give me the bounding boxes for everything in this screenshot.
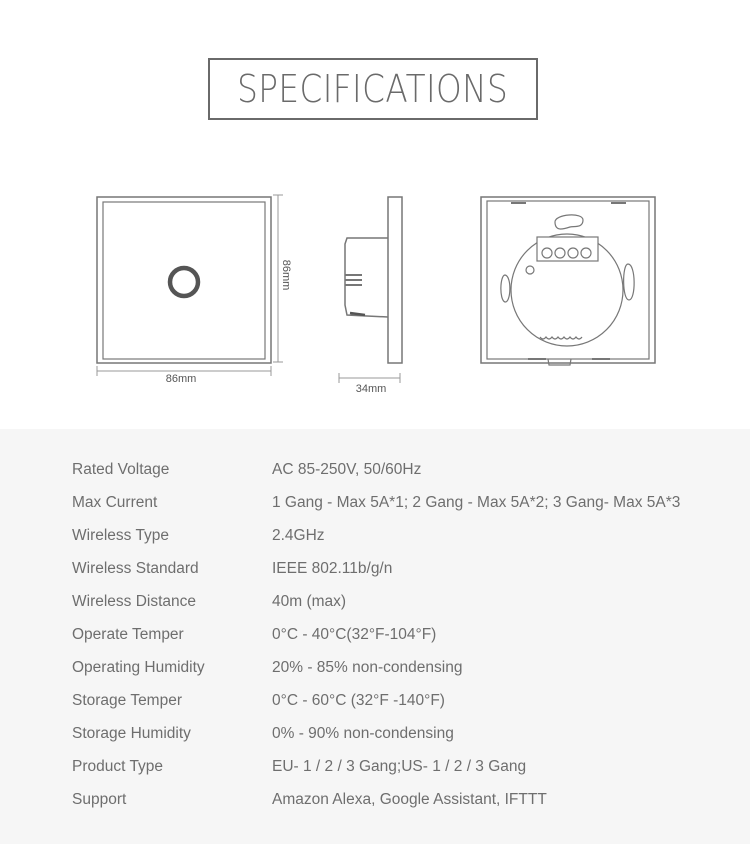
spec-value: 40m (max) [272, 593, 347, 610]
front-dimensions [96, 194, 283, 376]
touch-button-ring-icon [167, 265, 201, 299]
spec-label: Rated Voltage [72, 461, 170, 478]
spec-label: Support [72, 791, 127, 808]
spec-label: Operate Temper [72, 626, 184, 643]
spec-label: Storage Humidity [72, 725, 191, 742]
side-plate [387, 196, 403, 364]
product-drawings: 86mm 86mm 34mm [96, 194, 656, 395]
spec-value: 0°C - 40°C(32°F-104°F) [272, 626, 437, 643]
side-depth-label: 34mm [356, 383, 387, 395]
side-dimensions [338, 373, 401, 383]
spec-value: 0°C - 60°C (32°F -140°F) [272, 692, 445, 709]
back-top-slot [554, 214, 584, 230]
front-height-label: 86mm [280, 260, 292, 291]
specifications-table: Rated Voltage AC 85-250V, 50/60Hz Max Cu… [0, 429, 750, 844]
spec-label: Operating Humidity [72, 659, 205, 676]
front-outer-frame [96, 196, 272, 364]
spec-value: AC 85-250V, 50/60Hz [272, 461, 422, 478]
spec-value: 1 Gang - Max 5A*1; 2 Gang - Max 5A*2; 3 … [272, 494, 681, 511]
diagram-section: SPECIFICATIONS 86mm 86mm 34mm [0, 0, 750, 429]
spec-value: 0% - 90% non-condensing [272, 725, 454, 742]
spec-label: Wireless Distance [72, 593, 197, 610]
front-width-label: 86mm [166, 373, 197, 385]
front-view [96, 196, 272, 364]
spec-label: Product Type [72, 758, 164, 775]
spec-value: Amazon Alexa, Google Assistant, IFTTT [272, 791, 547, 808]
spec-label: Wireless Standard [72, 560, 199, 577]
spec-value: IEEE 802.11b/g/n [272, 560, 393, 577]
side-view [344, 196, 403, 364]
front-inner-panel [102, 201, 266, 360]
spec-label: Storage Temper [72, 692, 182, 709]
spec-label: Max Current [72, 494, 158, 511]
back-view [480, 196, 656, 366]
spec-value: 2.4GHz [272, 527, 325, 544]
spec-value: EU- 1 / 2 / 3 Gang;US- 1 / 2 / 3 Gang [272, 758, 527, 775]
spec-value: 20% - 85% non-condensing [272, 659, 463, 676]
side-body [344, 237, 389, 318]
spec-label: Wireless Type [72, 527, 170, 544]
